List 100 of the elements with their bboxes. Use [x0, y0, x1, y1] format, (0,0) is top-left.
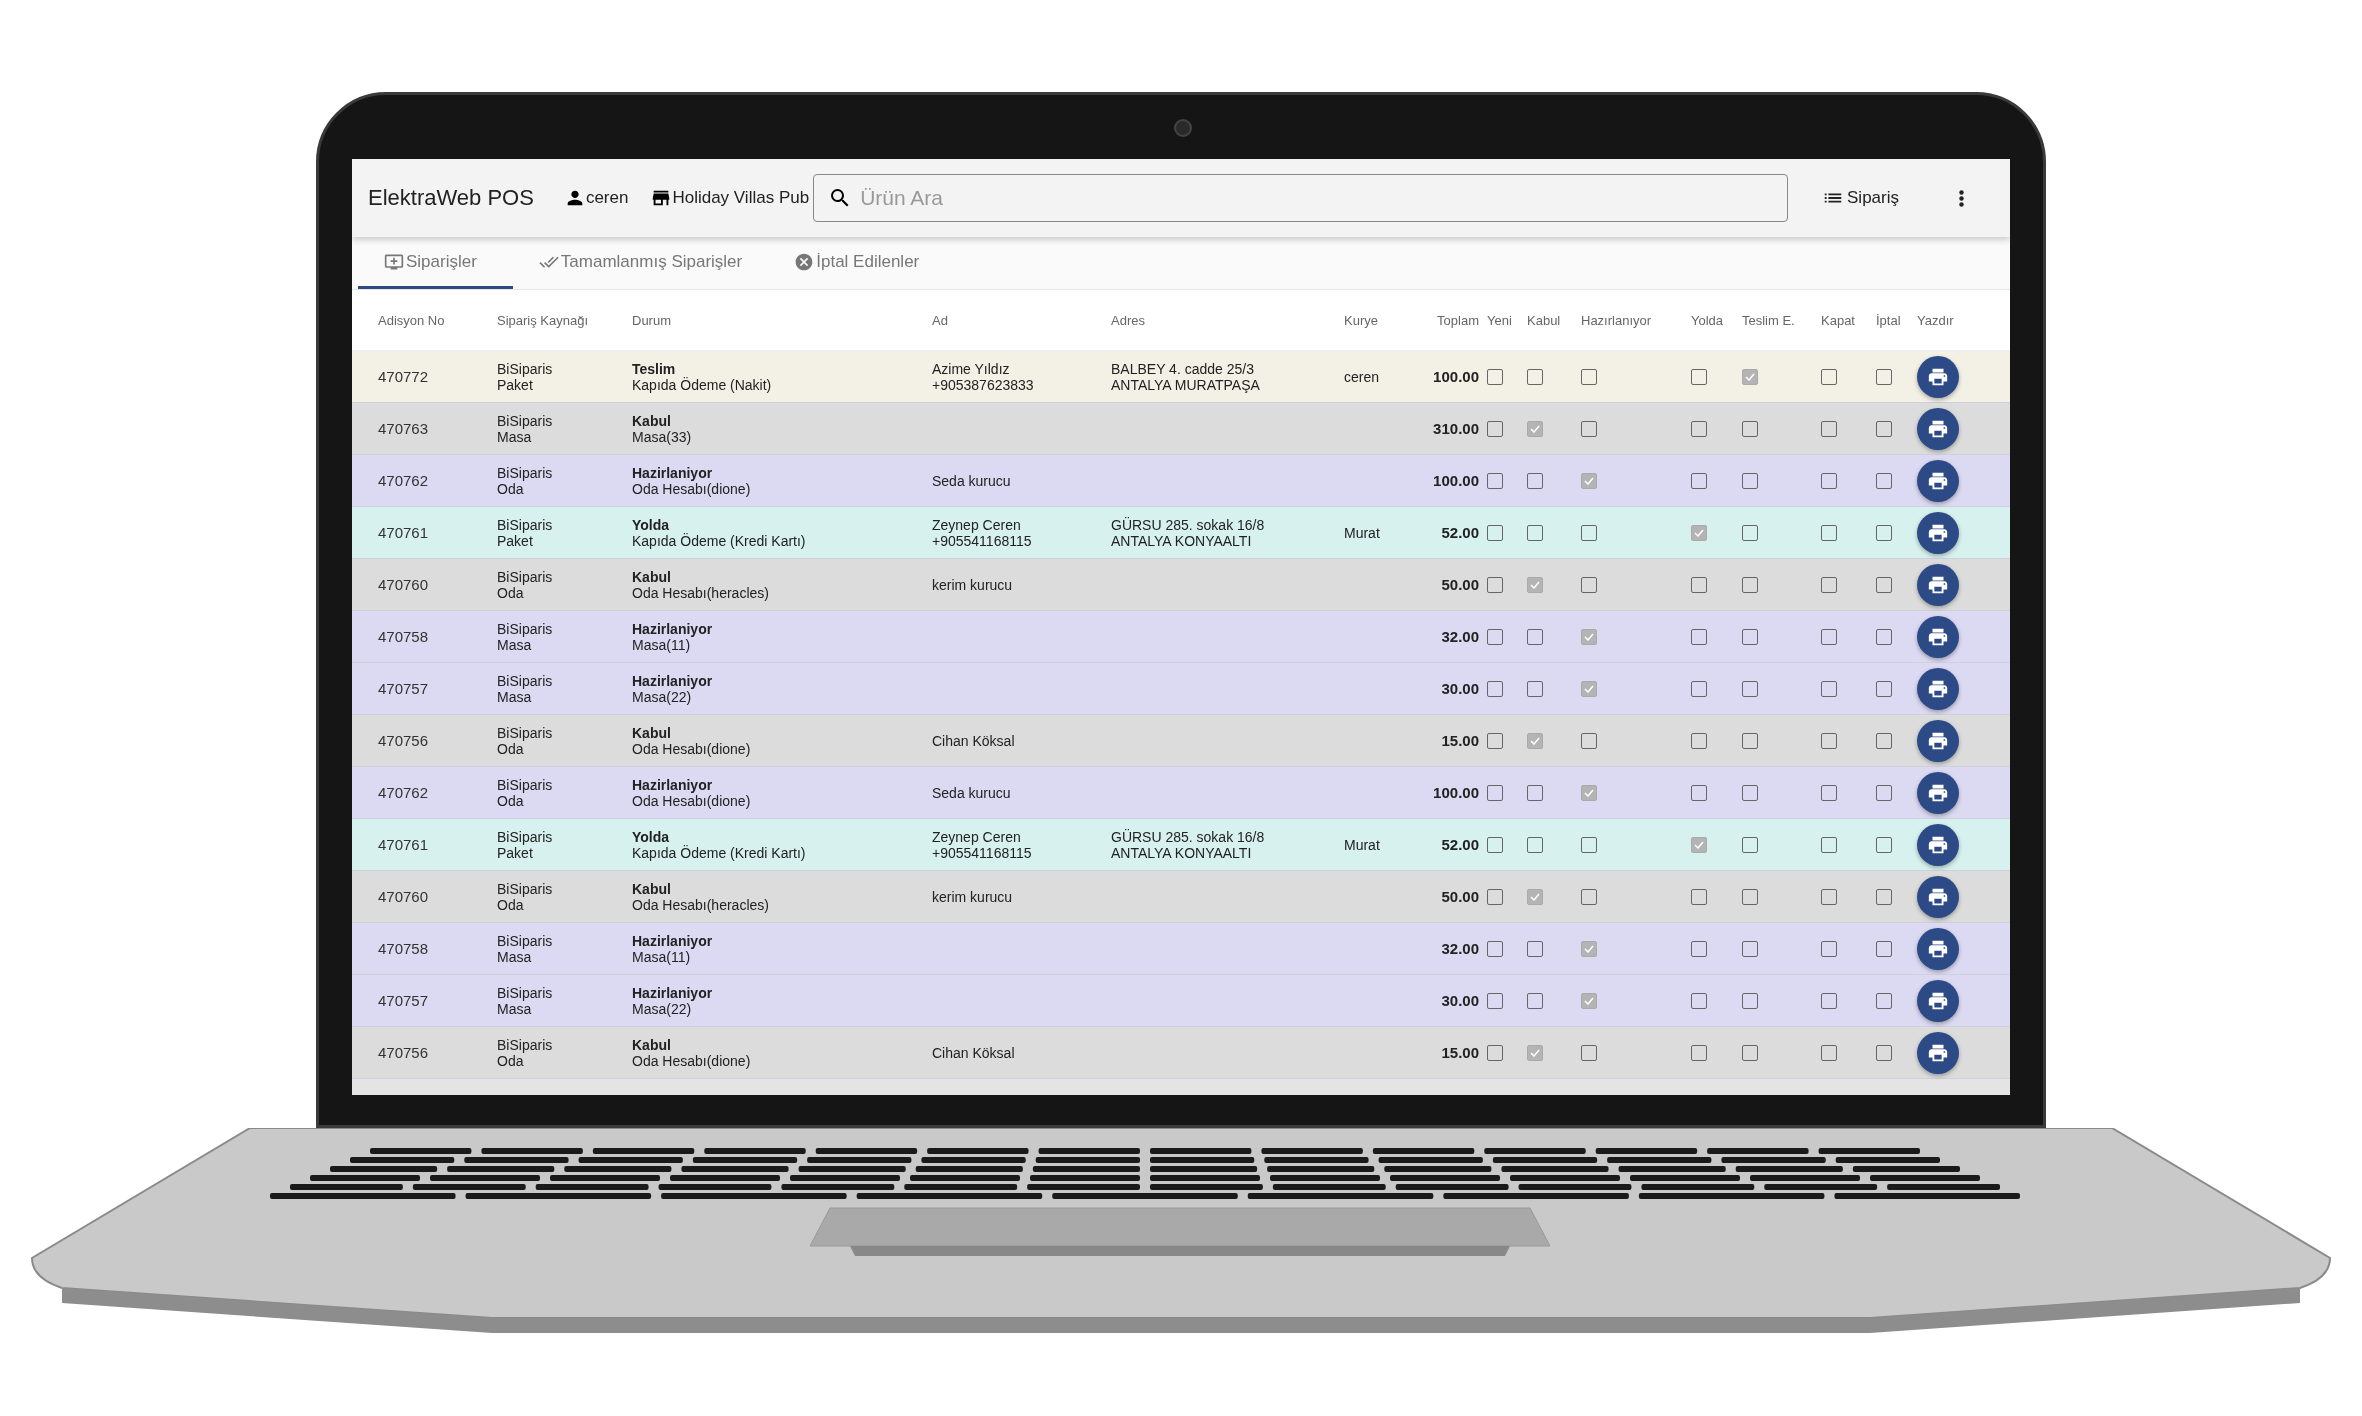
status-checkbox[interactable]	[1742, 680, 1758, 697]
print-button[interactable]	[1917, 823, 1959, 866]
status-checkbox[interactable]	[1581, 680, 1597, 697]
status-checkbox[interactable]	[1821, 420, 1837, 437]
status-checkbox[interactable]	[1691, 524, 1707, 541]
status-checkbox[interactable]	[1487, 472, 1503, 489]
order-row[interactable]: 470761 BiSiparis Paket Yolda Kapıda Ödeme (Kredi Kartı) Zeynep Ceren +905541168115 GÜRSU 285. sokak 16/8 ANTALYA KONYAALTI Murat 52.00	[352, 819, 2010, 871]
status-checkbox[interactable]	[1821, 732, 1837, 749]
status-checkbox[interactable]	[1821, 628, 1837, 645]
status-checkbox[interactable]	[1487, 836, 1503, 853]
status-checkbox[interactable]	[1876, 368, 1892, 385]
status-checkbox[interactable]	[1691, 836, 1707, 853]
status-checkbox[interactable]	[1876, 836, 1892, 853]
order-row[interactable]: 470756 BiSiparis Oda Kabul Oda Hesabı(dione) Cihan Köksal 15.00	[352, 1027, 2010, 1079]
status-checkbox[interactable]	[1742, 472, 1758, 489]
status-checkbox[interactable]	[1527, 732, 1543, 749]
status-checkbox[interactable]	[1821, 680, 1837, 697]
status-checkbox[interactable]	[1527, 628, 1543, 645]
search-input[interactable]: Ürün Ara	[858, 185, 1774, 211]
order-row[interactable]: 470761 BiSiparis Paket Yolda Kapıda Ödeme (Kredi Kartı) Zeynep Ceren +905541168115 GÜRSU 285. sokak 16/8 ANTALYA KONYAALTI Murat 52.00	[352, 507, 2010, 559]
status-checkbox[interactable]	[1581, 368, 1597, 385]
status-checkbox[interactable]	[1876, 992, 1892, 1009]
status-checkbox[interactable]	[1487, 940, 1503, 957]
order-row[interactable]: 470760 BiSiparis Oda Kabul Oda Hesabı(heracles) kerim kurucu 50.00	[352, 559, 2010, 611]
status-checkbox[interactable]	[1876, 420, 1892, 437]
status-checkbox[interactable]	[1487, 680, 1503, 697]
status-checkbox[interactable]	[1742, 992, 1758, 1009]
status-checkbox[interactable]	[1742, 888, 1758, 905]
status-checkbox[interactable]	[1876, 784, 1892, 801]
print-button[interactable]	[1917, 407, 1959, 450]
order-row[interactable]: 470757 BiSiparis Masa Hazirlaniyor Masa(22) 30.00	[352, 975, 2010, 1027]
status-checkbox[interactable]	[1691, 420, 1707, 437]
status-checkbox[interactable]	[1581, 888, 1597, 905]
status-checkbox[interactable]	[1691, 1044, 1707, 1061]
order-row[interactable]: 470760 BiSiparis Oda Kabul Oda Hesabı(heracles) kerim kurucu 50.00	[352, 871, 2010, 923]
status-checkbox[interactable]	[1691, 576, 1707, 593]
order-row[interactable]: 470772 BiSiparis Paket Teslim Kapıda Ödeme (Nakit) Azime Yıldız +905387623833 BALBEY 4. cadde 25/3 ANTALYA MURATPAŞA ceren 100.00	[352, 351, 2010, 403]
status-checkbox[interactable]	[1821, 992, 1837, 1009]
status-checkbox[interactable]	[1527, 576, 1543, 593]
status-checkbox[interactable]	[1821, 784, 1837, 801]
status-checkbox[interactable]	[1742, 784, 1758, 801]
status-checkbox[interactable]	[1691, 628, 1707, 645]
status-checkbox[interactable]	[1581, 784, 1597, 801]
status-checkbox[interactable]	[1742, 732, 1758, 749]
order-row[interactable]: 470762 BiSiparis Oda Hazirlaniyor Oda Hesabı(dione) Seda kurucu 100.00	[352, 767, 2010, 819]
status-checkbox[interactable]	[1691, 940, 1707, 957]
status-checkbox[interactable]	[1487, 1044, 1503, 1061]
status-checkbox[interactable]	[1876, 472, 1892, 489]
search-field[interactable]: Ürün Ara	[813, 174, 1789, 222]
status-checkbox[interactable]	[1487, 888, 1503, 905]
status-checkbox[interactable]	[1527, 524, 1543, 541]
print-button[interactable]	[1917, 771, 1959, 814]
status-checkbox[interactable]	[1691, 472, 1707, 489]
status-checkbox[interactable]	[1527, 680, 1543, 697]
status-checkbox[interactable]	[1742, 368, 1758, 385]
status-checkbox[interactable]	[1487, 368, 1503, 385]
status-checkbox[interactable]	[1742, 940, 1758, 957]
status-checkbox[interactable]	[1876, 888, 1892, 905]
status-checkbox[interactable]	[1742, 576, 1758, 593]
status-checkbox[interactable]	[1876, 1044, 1892, 1061]
status-checkbox[interactable]	[1581, 524, 1597, 541]
status-checkbox[interactable]	[1821, 888, 1837, 905]
status-checkbox[interactable]	[1487, 732, 1503, 749]
print-button[interactable]	[1917, 927, 1959, 970]
status-checkbox[interactable]	[1581, 992, 1597, 1009]
print-button[interactable]	[1917, 563, 1959, 606]
status-checkbox[interactable]	[1691, 888, 1707, 905]
status-checkbox[interactable]	[1742, 420, 1758, 437]
status-checkbox[interactable]	[1487, 992, 1503, 1009]
status-checkbox[interactable]	[1581, 420, 1597, 437]
status-checkbox[interactable]	[1527, 784, 1543, 801]
status-checkbox[interactable]	[1527, 472, 1543, 489]
print-button[interactable]	[1917, 511, 1959, 554]
print-button[interactable]	[1917, 459, 1959, 502]
order-row[interactable]: 470756 BiSiparis Oda Kabul Oda Hesabı(dione) Cihan Köksal 15.00	[352, 715, 2010, 767]
order-row[interactable]: 470757 BiSiparis Masa Hazirlaniyor Masa(22) 30.00	[352, 663, 2010, 715]
status-checkbox[interactable]	[1581, 628, 1597, 645]
status-checkbox[interactable]	[1487, 576, 1503, 593]
order-button[interactable]: Sipariş	[1816, 183, 1905, 213]
print-button[interactable]	[1917, 1031, 1959, 1074]
status-checkbox[interactable]	[1742, 836, 1758, 853]
status-checkbox[interactable]	[1691, 732, 1707, 749]
status-checkbox[interactable]	[1581, 940, 1597, 957]
status-checkbox[interactable]	[1527, 888, 1543, 905]
status-checkbox[interactable]	[1876, 524, 1892, 541]
status-checkbox[interactable]	[1821, 576, 1837, 593]
status-checkbox[interactable]	[1876, 940, 1892, 957]
status-checkbox[interactable]	[1487, 784, 1503, 801]
status-checkbox[interactable]	[1527, 836, 1543, 853]
print-button[interactable]	[1917, 979, 1959, 1022]
tab[interactable]: İptal Edilenler	[768, 237, 946, 289]
status-checkbox[interactable]	[1691, 784, 1707, 801]
print-button[interactable]	[1917, 355, 1959, 398]
status-checkbox[interactable]	[1876, 732, 1892, 749]
status-checkbox[interactable]	[1821, 836, 1837, 853]
order-row[interactable]: 470763 BiSiparis Masa Kabul Masa(33) 310.00	[352, 403, 2010, 455]
status-checkbox[interactable]	[1527, 992, 1543, 1009]
status-checkbox[interactable]	[1487, 420, 1503, 437]
status-checkbox[interactable]	[1581, 1044, 1597, 1061]
status-checkbox[interactable]	[1487, 524, 1503, 541]
